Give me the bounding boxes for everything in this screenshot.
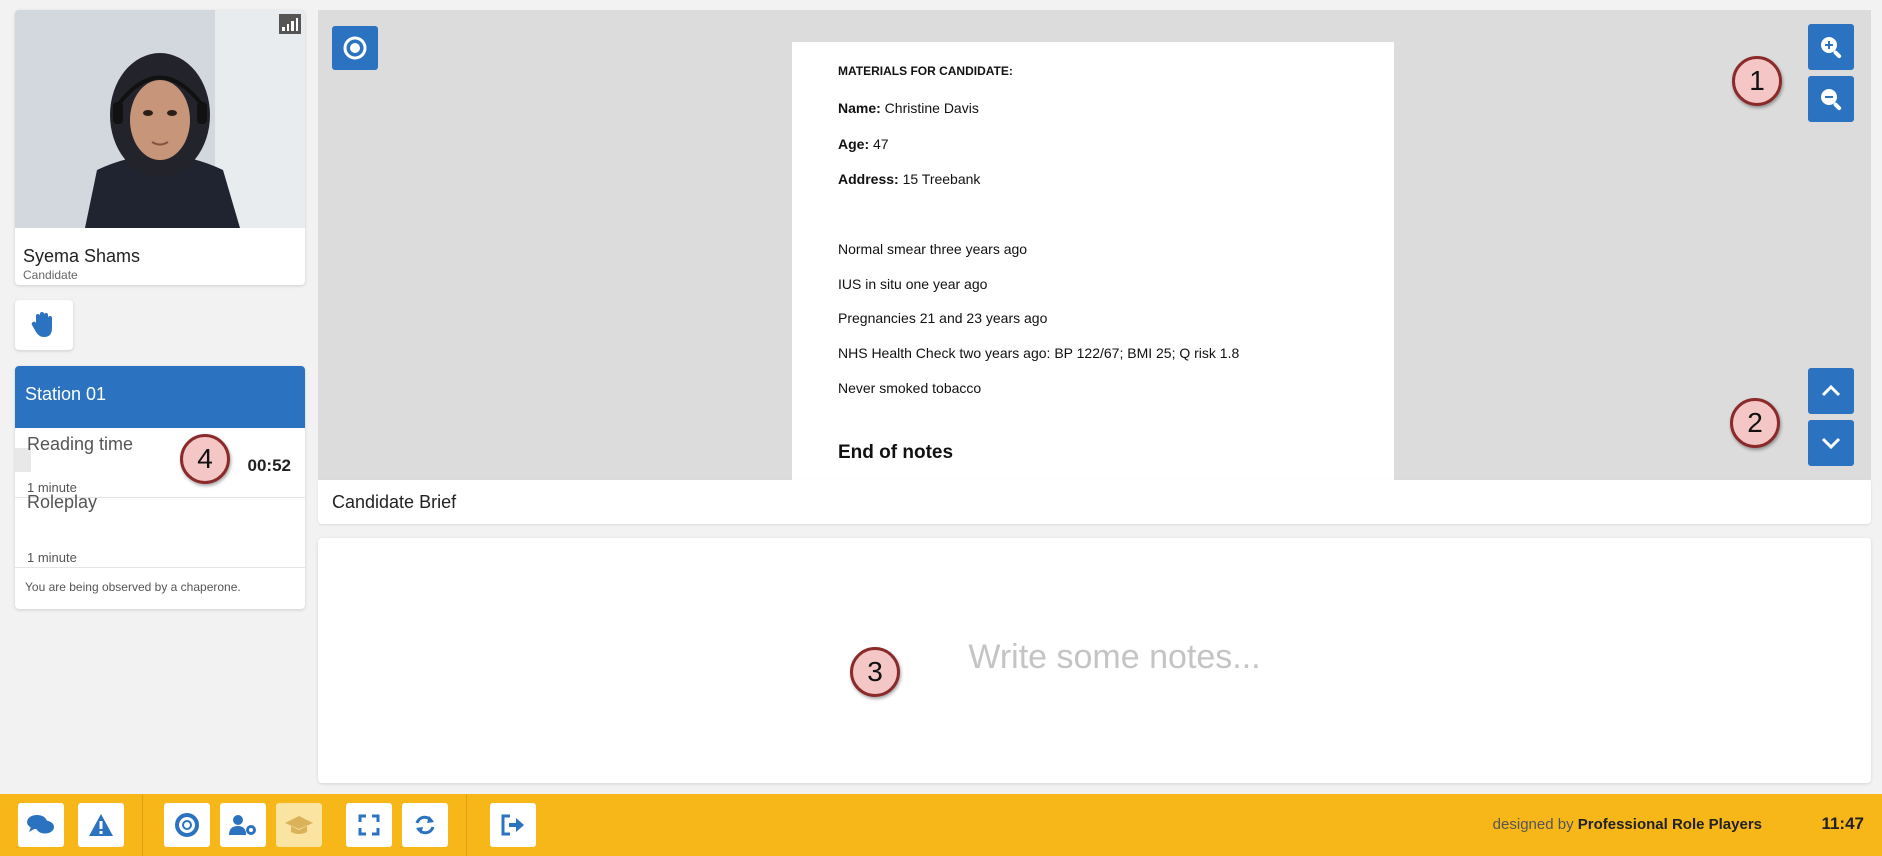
chevron-down-icon	[1821, 437, 1841, 450]
stage-timer: 00:52	[247, 456, 291, 475]
station-title: Station 01	[15, 366, 305, 428]
callout-marker: 2	[1730, 398, 1780, 448]
document-page: MATERIALS FOR CANDIDATE: Name: Christine…	[792, 42, 1394, 480]
zoom-in-button[interactable]	[1808, 24, 1854, 70]
field-value: Christine Davis	[880, 100, 979, 116]
target-icon	[343, 36, 367, 60]
credit-text: designed by Professional Role Players	[1493, 816, 1762, 833]
callout-marker: 4	[180, 434, 230, 484]
doc-field-name: Name: Christine Davis	[838, 100, 979, 116]
field-label: Name:	[838, 100, 881, 116]
callout-marker: 3	[850, 647, 900, 697]
warning-icon	[89, 814, 113, 836]
document-viewer: MATERIALS FOR CANDIDATE: Name: Christine…	[318, 10, 1871, 480]
stage-name: Roleplay	[27, 492, 98, 512]
participant-card: Syema Shams Candidate	[15, 10, 305, 285]
callout-marker: 1	[1732, 56, 1782, 106]
user-gear-icon	[229, 815, 256, 835]
doc-heading: MATERIALS FOR CANDIDATE:	[838, 64, 1013, 78]
stage-duration: 1 minute	[27, 550, 77, 565]
notes-textarea[interactable]	[318, 538, 1871, 783]
credit-prefix: designed by	[1492, 816, 1574, 833]
video-feed	[15, 10, 305, 228]
participant-video-image	[15, 10, 305, 228]
toolbar-divider	[466, 794, 467, 856]
field-value: 47	[869, 136, 889, 152]
hand-icon	[31, 312, 52, 337]
participant-role: Candidate	[23, 268, 78, 282]
doc-note: Pregnancies 21 and 23 years ago	[838, 310, 1048, 326]
refresh-button[interactable]	[402, 803, 448, 847]
exit-icon	[501, 814, 524, 836]
station-panel: Station 01 Reading time 00:52 1 minute R…	[15, 366, 305, 609]
fullscreen-icon	[358, 814, 380, 836]
doc-note: NHS Health Check two years ago: BP 122/6…	[838, 345, 1240, 361]
toolbar-divider	[142, 794, 143, 856]
stage-reading: Reading time 00:52 1 minute	[15, 428, 305, 498]
chat-button[interactable]	[18, 803, 64, 847]
doc-field-address: Address: 15 Treebank	[838, 171, 980, 187]
zoom-in-icon	[1821, 37, 1842, 59]
scroll-down-button[interactable]	[1808, 420, 1854, 466]
stage-roleplay: Roleplay 1 minute	[15, 492, 305, 568]
doc-note: Normal smear three years ago	[838, 241, 1028, 257]
refresh-icon	[415, 815, 435, 835]
bottom-toolbar: designed by Professional Role Players 11…	[0, 794, 1882, 856]
graduation-cap-icon	[285, 816, 313, 834]
fullscreen-button[interactable]	[346, 803, 392, 847]
chaperone-notice: You are being observed by a chaperone.	[25, 580, 241, 594]
chevron-up-icon	[1821, 384, 1841, 397]
stage-name: Reading time	[27, 434, 134, 454]
participant-name: Syema Shams	[23, 246, 141, 266]
warning-button[interactable]	[78, 803, 124, 847]
raise-hand-button[interactable]	[15, 300, 73, 350]
doc-end-text: End of notes	[838, 442, 954, 463]
field-label: Age:	[838, 136, 870, 152]
doc-note: Never smoked tobacco	[838, 380, 982, 396]
credit-brand: Professional Role Players	[1577, 816, 1762, 833]
scroll-up-button[interactable]	[1808, 368, 1854, 414]
notes-panel	[318, 538, 1871, 783]
lifebuoy-icon	[175, 813, 199, 837]
document-caption: Candidate Brief	[318, 480, 1871, 524]
field-label: Address:	[838, 171, 899, 187]
signal-strength-icon	[279, 14, 301, 34]
zoom-out-button[interactable]	[1808, 76, 1854, 122]
zoom-out-icon	[1821, 89, 1842, 111]
chat-icon	[27, 815, 54, 834]
user-settings-button[interactable]	[220, 803, 266, 847]
exit-button[interactable]	[490, 803, 536, 847]
graduation-button[interactable]	[276, 803, 322, 847]
field-value: 15 Treebank	[898, 171, 981, 187]
doc-field-age: Age: 47	[838, 136, 889, 152]
doc-note: IUS in situ one year ago	[838, 276, 988, 292]
clock: 11:47	[1821, 814, 1864, 833]
help-button[interactable]	[164, 803, 210, 847]
focus-button[interactable]	[332, 26, 378, 70]
